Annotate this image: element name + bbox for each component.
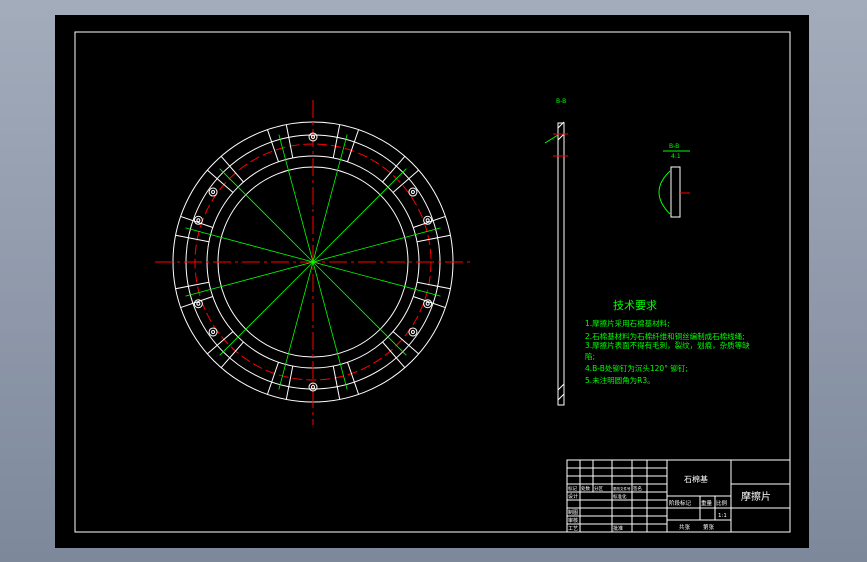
groove-edge xyxy=(416,234,451,243)
tech-req-item: 1.摩擦片采用石棉基材料; xyxy=(585,318,670,328)
rivet-hole-inner xyxy=(425,218,430,223)
material: 石棉基 xyxy=(684,474,708,484)
rev-header: 处数 xyxy=(581,485,590,492)
groove-edge xyxy=(175,281,210,290)
tech-req-title: 技术要求 xyxy=(613,299,657,312)
rivet-hole xyxy=(423,215,433,225)
role-drafting: 制图 xyxy=(568,509,578,516)
role-design: 设计 xyxy=(568,493,578,500)
rivet-hole xyxy=(193,299,203,309)
friction-disc-front-view xyxy=(155,100,470,425)
groove-edge xyxy=(413,215,446,228)
center-line xyxy=(312,261,348,390)
sheets-total: 共张 xyxy=(679,523,691,531)
tech-req-item: 4.B-B处铆钉为沉头120° 铆钉; xyxy=(585,363,688,373)
center-line xyxy=(219,261,314,356)
center-line xyxy=(312,134,348,263)
groove-edge xyxy=(347,129,360,162)
rev-header: 更改文件号 xyxy=(613,486,631,491)
center-line xyxy=(278,261,314,390)
rivet-hole-inner xyxy=(311,385,315,389)
rivet-hole-inner xyxy=(211,329,216,334)
rivet-hole xyxy=(193,215,203,225)
groove-edge xyxy=(180,296,213,309)
title-block-text: 石棉基 摩擦片 阶段标记 重量 比例 1:1 共张 第张 标记 处数 分区 更改… xyxy=(568,474,771,532)
tech-req-item: 2.石棉基材料为石棉纤维和铜丝编制成石棉线绳; xyxy=(585,331,745,341)
groove-edge xyxy=(180,215,213,228)
weight: 重量 xyxy=(701,499,713,507)
groove-edge xyxy=(285,124,294,159)
drawing-border xyxy=(74,31,791,533)
center-line xyxy=(278,134,314,263)
center-line xyxy=(312,168,407,263)
center-line xyxy=(185,227,314,263)
detail-scale: 4:1 xyxy=(671,153,681,160)
groove-edge xyxy=(266,129,279,162)
rivet-hole-inner xyxy=(211,190,216,195)
rivet-hole-inner xyxy=(196,301,201,306)
groove-edge xyxy=(175,234,210,243)
rivet-hole-inner xyxy=(410,329,415,334)
rivet-hole-inner xyxy=(425,301,430,306)
groove-edge xyxy=(416,281,451,290)
rivet-hole xyxy=(408,187,418,197)
scale: 1:1 xyxy=(718,513,727,519)
side-section-view: B-B xyxy=(544,98,568,406)
groove-edge xyxy=(413,296,446,309)
role-review: 审核 xyxy=(568,517,578,524)
center-line xyxy=(312,227,441,263)
center-line xyxy=(312,261,407,356)
rev-header: 分区 xyxy=(594,485,603,492)
detail-view: B-B 4:1 xyxy=(658,143,690,218)
rivet-hole xyxy=(423,299,433,309)
groove-edge xyxy=(347,362,360,395)
tech-req-item: 3.摩擦片表面不得有毛刺，裂纹，划痕，杂质等缺 xyxy=(585,340,750,350)
rev-header: 签名 xyxy=(633,485,642,492)
cad-drawing: B-B B-B 4:1 技术要求 1.摩擦片采用石棉基材料; 2.石棉基材料为石… xyxy=(74,31,791,533)
groove-edge xyxy=(332,365,341,400)
scale-label: 比例 xyxy=(716,499,728,507)
groove-edge xyxy=(332,124,341,159)
drawing-canvas[interactable]: B-B B-B 4:1 技术要求 1.摩擦片采用石棉基材料; 2.石棉基材料为石… xyxy=(55,15,809,548)
tech-req-item: 5.未注明圆角为R3。 xyxy=(585,375,655,385)
sheet-no: 第张 xyxy=(703,523,715,531)
groove-edge xyxy=(220,341,244,368)
center-line xyxy=(185,261,314,297)
groove-edge xyxy=(266,362,279,395)
detail-label: B-B xyxy=(669,143,679,150)
center-line xyxy=(219,168,314,263)
center-line xyxy=(312,261,441,297)
tech-requirements: 技术要求 1.摩擦片采用石棉基材料; 2.石棉基材料为石棉纤维和铜丝编制成石棉线… xyxy=(585,299,750,385)
part-name: 摩擦片 xyxy=(741,490,771,503)
tech-req-item: 陷; xyxy=(585,351,595,361)
rivet-hole xyxy=(208,187,218,197)
rivet-hole xyxy=(208,327,218,337)
standardization: 标准化 xyxy=(613,493,627,500)
groove-edge xyxy=(285,365,294,400)
role-process: 工艺 xyxy=(568,526,578,532)
rivet-hole-inner xyxy=(410,190,415,195)
rivet-hole xyxy=(408,327,418,337)
groove-edge xyxy=(207,331,234,355)
rev-header: 标记 xyxy=(568,485,577,492)
approve: 批准 xyxy=(613,525,623,532)
rivet-hole-inner xyxy=(196,218,201,223)
stage-mark: 阶段标记 xyxy=(669,499,692,507)
section-label: B-B xyxy=(556,98,566,105)
